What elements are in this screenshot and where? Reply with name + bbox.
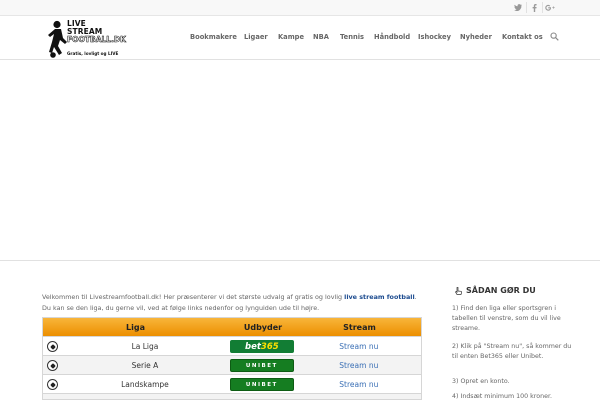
logo-wordmark: LIVE STREAM FOOTBALL.DK bbox=[67, 20, 126, 44]
football-icon-cell bbox=[43, 356, 63, 375]
logo-line-football: FOOTBALL.DK bbox=[67, 35, 126, 44]
unibet-logo-button[interactable]: UNIBET bbox=[229, 378, 294, 391]
stream-now-link[interactable]: Stream nu bbox=[297, 375, 421, 394]
unibet-logo-button[interactable]: UNIBET bbox=[229, 359, 294, 372]
sidebar-step-4: 4) Indsæt minimum 100 kroner. bbox=[452, 393, 552, 400]
google-plus-icon[interactable] bbox=[543, 2, 557, 13]
hero-banner-area bbox=[0, 61, 600, 261]
table-header-row: Liga Udbyder Stream bbox=[43, 318, 421, 336]
nav-tennis[interactable]: Tennis bbox=[340, 33, 364, 41]
table-row: Landskampe UNIBET Stream nu bbox=[43, 374, 421, 393]
league-stream-table: Liga Udbyder Stream La Liga bet 365 Strea… bbox=[42, 317, 422, 400]
intro-text-before: Velkommen til Livestreamfootball.dk! Her… bbox=[42, 293, 345, 301]
nav-nba[interactable]: NBA bbox=[313, 33, 329, 41]
sidebar-step-2: 2) Klik på "Stream nu", så kommer du til… bbox=[452, 343, 572, 360]
table-row: Serie A UNIBET Stream nu bbox=[43, 355, 421, 374]
stream-now-link[interactable]: Stream nu bbox=[297, 337, 421, 356]
league-name: Serie A bbox=[131, 361, 159, 370]
sidebar-step-1: 1) Find den liga eller sportsgren i tabe… bbox=[452, 305, 561, 332]
provider-cell: bet 365 bbox=[227, 337, 297, 356]
nav-kampe[interactable]: Kampe bbox=[278, 33, 304, 41]
intro-paragraph: Velkommen til Livestreamfootball.dk! Her… bbox=[42, 292, 422, 314]
stream-now-link[interactable]: Stream nu bbox=[297, 356, 421, 375]
league-name: La Liga bbox=[131, 342, 159, 351]
nav-ligaer[interactable]: Ligaer bbox=[244, 33, 268, 41]
nav-kontakt-os[interactable]: Kontakt os bbox=[502, 33, 543, 41]
nav-bookmakere[interactable]: Bookmakere bbox=[190, 33, 237, 41]
league-name: Landskampe bbox=[121, 380, 169, 389]
top-bar bbox=[0, 0, 600, 16]
provider-cell: UNIBET bbox=[227, 356, 297, 375]
football-icon bbox=[47, 360, 59, 371]
intro-highlight-link[interactable]: live stream football bbox=[344, 293, 415, 301]
table-row: La Liga bet 365 Stream nu bbox=[43, 336, 421, 355]
search-icon[interactable] bbox=[550, 32, 559, 41]
column-header-udbyder: Udbyder bbox=[243, 322, 283, 332]
nav-handbold[interactable]: Håndbold bbox=[374, 33, 410, 41]
bet365-logo-button[interactable]: bet 365 bbox=[229, 340, 294, 353]
site-logo[interactable]: LIVE STREAM FOOTBALL.DK Gratis, lovligt … bbox=[46, 20, 141, 58]
sidebar-step-3: 3) Opret en konto. bbox=[452, 378, 510, 385]
column-header-stream: Stream bbox=[343, 322, 376, 332]
logo-tagline: Gratis, lovligt og LIVE bbox=[67, 51, 119, 56]
twitter-icon[interactable] bbox=[511, 2, 525, 13]
football-icon bbox=[47, 341, 59, 352]
football-icon bbox=[47, 379, 59, 390]
nav-ishockey[interactable]: Ishockey bbox=[418, 33, 451, 41]
table-row-partial bbox=[43, 393, 421, 399]
facebook-icon[interactable] bbox=[527, 2, 541, 13]
nav-nyheder[interactable]: Nyheder bbox=[460, 33, 492, 41]
sidebar-title-text: SÅDAN GØR DU bbox=[466, 286, 536, 295]
provider-cell: UNIBET bbox=[227, 375, 297, 394]
column-header-liga: Liga bbox=[126, 322, 145, 332]
football-icon-cell bbox=[43, 375, 63, 394]
sidebar-title: SÅDAN GØR DU bbox=[455, 286, 536, 295]
pointer-hand-icon bbox=[455, 286, 462, 295]
site-header: LIVE STREAM FOOTBALL.DK Gratis, lovligt … bbox=[0, 17, 600, 60]
football-icon-cell bbox=[43, 337, 63, 356]
